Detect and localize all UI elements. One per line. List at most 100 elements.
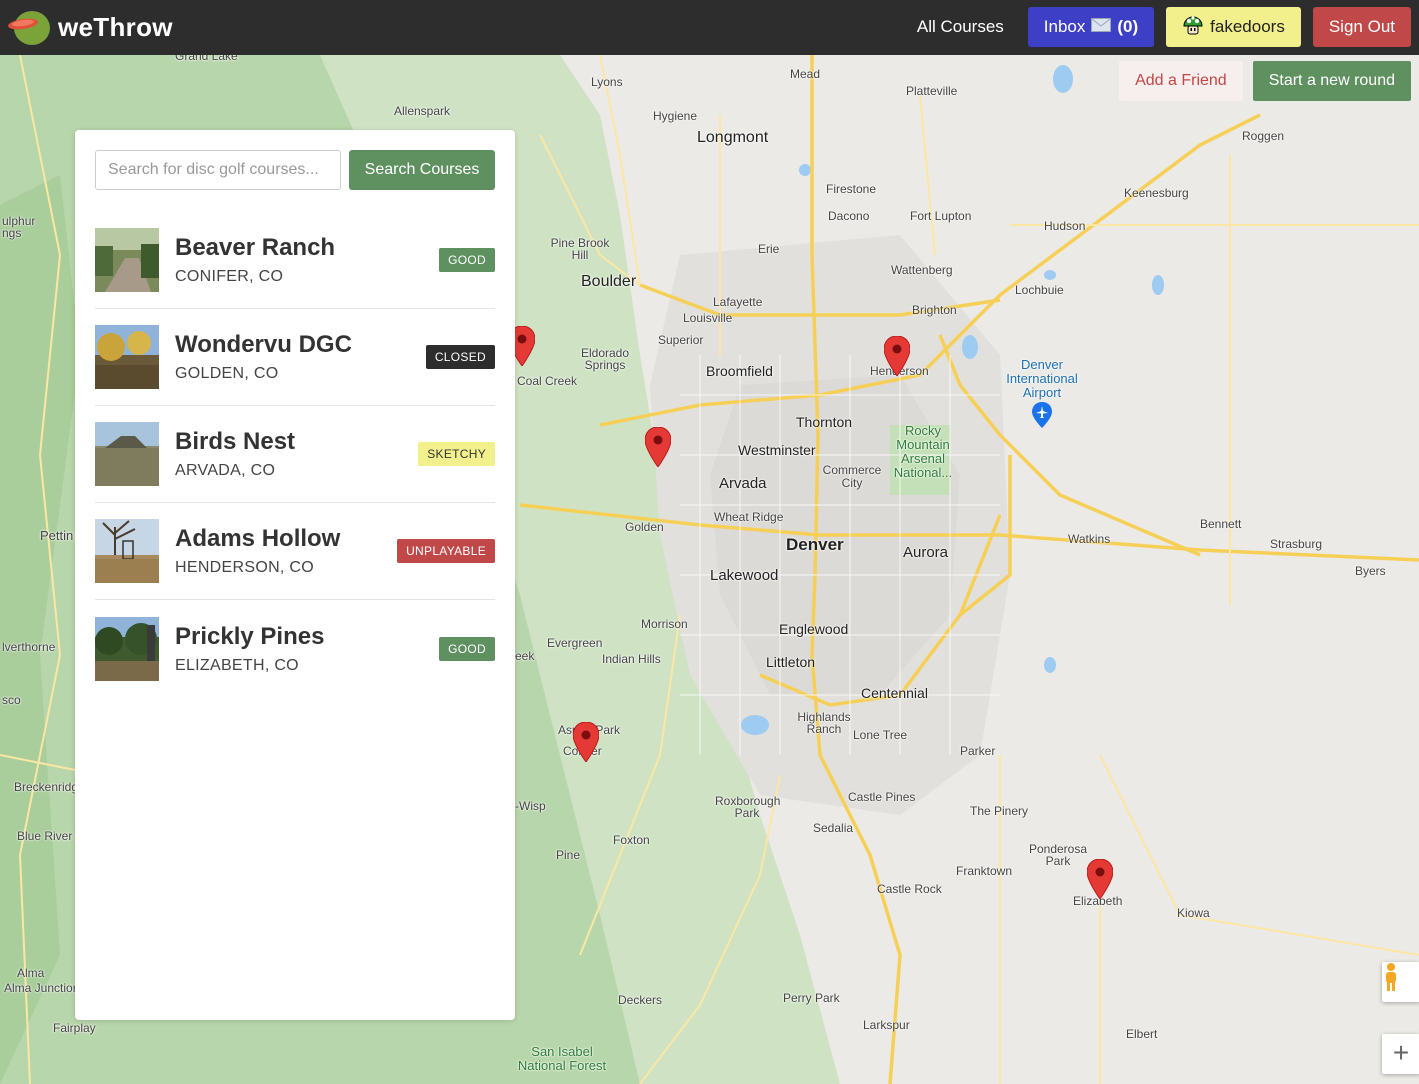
map-label-pettin: Pettin	[40, 528, 74, 543]
map-label-littleton: Littleton	[766, 654, 816, 670]
map-label-watkins: Watkins	[1068, 532, 1111, 546]
inbox-button[interactable]: Inbox (0)	[1027, 7, 1155, 47]
map-label-lyons: Lyons	[591, 75, 623, 89]
map-label-dacono: Dacono	[828, 209, 870, 223]
map-marker-adams-hollow[interactable]	[884, 336, 910, 376]
course-location: ELIZABETH, CO	[175, 656, 299, 674]
course-list: Beaver Ranch CONIFER, CO GOOD Wondervu D…	[95, 212, 495, 697]
status-badge: CLOSED	[425, 345, 495, 369]
map-label-erie: Erie	[758, 242, 780, 256]
map-marker-birds-nest[interactable]	[645, 427, 671, 467]
map-label-lafayette: Lafayette	[713, 295, 763, 309]
map-label-englewood: Englewood	[779, 621, 849, 637]
map-label-wisp: -Wisp	[515, 799, 546, 813]
map-label-pine-brook-hill: Pine Brook Hill	[550, 236, 610, 262]
street-view-pegman-icon[interactable]	[1382, 962, 1419, 1002]
map-label-perry-park: Perry Park	[783, 991, 840, 1005]
course-thumbnail	[95, 519, 159, 583]
map-label-hudson: Hudson	[1044, 219, 1086, 233]
frisbee-logo-icon	[6, 8, 52, 48]
map-marker-beaver-ranch[interactable]	[573, 722, 599, 762]
course-thumbnail	[95, 325, 159, 389]
map-label-allenspark: Allenspark	[394, 104, 451, 118]
course-item-wondervu[interactable]: Wondervu DGC GOLDEN, CO CLOSED	[95, 309, 495, 406]
map-label-blue-river: Blue River	[17, 829, 73, 843]
map-label-deckers: Deckers	[618, 993, 663, 1007]
map-label-elbert: Elbert	[1126, 1027, 1158, 1041]
search-courses-button[interactable]: Search Courses	[349, 150, 495, 190]
map-label-coal-creek: Coal Creek	[517, 374, 578, 388]
map-label-superior: Superior	[658, 333, 704, 347]
course-item-prickly-pines[interactable]: Prickly Pines ELIZABETH, CO GOOD	[95, 600, 495, 697]
map-label-firestone: Firestone	[826, 182, 877, 196]
map-label-evergreen: Evergreen	[547, 636, 603, 650]
map-label-golden: Golden	[625, 520, 664, 534]
map-label-eldorado-springs: Eldorado Springs	[580, 346, 630, 372]
start-round-button[interactable]: Start a new round	[1252, 61, 1411, 101]
all-courses-link[interactable]: All Courses	[905, 7, 1016, 47]
sign-out-button[interactable]: Sign Out	[1312, 7, 1411, 47]
map-label-arvada: Arvada	[719, 475, 767, 492]
status-badge: UNPLAYABLE	[397, 539, 495, 563]
map-label-keenesburg: Keenesburg	[1124, 186, 1189, 200]
map-label-rocky-mountain: Rocky Mountain Arsenal National...	[893, 423, 953, 480]
map-label-platteville: Platteville	[906, 84, 958, 98]
map-label-denver: Denver	[786, 535, 844, 554]
map-label-san-isabel: San Isabel National Forest	[517, 1044, 607, 1073]
map-label-lochbuie: Lochbuie	[1015, 283, 1064, 297]
add-friend-button[interactable]: Add a Friend	[1119, 61, 1243, 101]
map-label-pine: Pine	[556, 848, 581, 862]
map-label-boulder: Boulder	[581, 273, 637, 290]
map-label-roxborough-park: Roxborough Park	[715, 794, 781, 820]
course-name: Birds Nest	[175, 428, 296, 455]
course-name: Beaver Ranch	[175, 234, 336, 261]
brand-home-link[interactable]: weThrow	[6, 8, 173, 48]
course-location: ARVADA, CO	[175, 462, 276, 479]
username-label: fakedoors	[1210, 17, 1285, 36]
zoom-in-button[interactable]: +	[1382, 1034, 1419, 1074]
course-thumbnail	[95, 616, 159, 681]
map-label-sedalia: Sedalia	[813, 821, 854, 835]
map-label-airport: Denver International Airport	[1006, 357, 1078, 400]
map-label-foxton: Foxton	[613, 833, 650, 847]
map-label-alma: Alma	[17, 966, 45, 980]
course-search-panel: Search Courses Beaver Ranch CONIFER, CO …	[75, 130, 515, 1020]
status-badge: GOOD	[439, 636, 495, 661]
map-label-westminster: Westminster	[738, 442, 816, 458]
inbox-count: (0)	[1117, 17, 1139, 36]
course-location: HENDERSON, CO	[175, 559, 315, 576]
status-badge: GOOD	[439, 248, 495, 272]
mushroom-avatar-icon	[1182, 14, 1204, 41]
map-marker-prickly-pines[interactable]	[1087, 859, 1113, 899]
map-label-silverthorne: lverthorne	[2, 640, 56, 654]
map-label-lone-tree: Lone Tree	[853, 728, 908, 742]
map-label-mead: Mead	[790, 67, 821, 81]
user-profile-button[interactable]: fakedoors	[1166, 7, 1301, 47]
course-item-beaver-ranch[interactable]: Beaver Ranch CONIFER, CO GOOD	[95, 212, 495, 309]
course-search-input[interactable]	[95, 150, 341, 190]
map-label-indian-hills: Indian Hills	[602, 652, 661, 666]
map-label-commerce-city: Commerce City	[822, 463, 882, 490]
map-label-lakewood: Lakewood	[710, 567, 779, 584]
map-label-thornton: Thornton	[796, 414, 853, 430]
map-label-kiowa: Kiowa	[1177, 906, 1210, 920]
map-label-grand-lake: Grand Lake	[175, 55, 238, 63]
course-name: Prickly Pines	[175, 622, 325, 650]
map-label-castle-pines: Castle Pines	[848, 790, 916, 804]
map-label-springs: ngs	[2, 226, 22, 240]
map-label-strasburg: Strasburg	[1270, 537, 1323, 551]
map-label-brighton: Brighton	[912, 303, 957, 317]
map-actions: Add a Friend Start a new round	[1119, 61, 1411, 101]
top-navbar: weThrow All Courses Inbox (0) fakedoors …	[0, 0, 1419, 55]
search-row: Search Courses	[95, 150, 495, 190]
map-label-ponderosa-park: Ponderosa Park	[1028, 842, 1088, 868]
map-label-highlands-ranch: Highlands Ranch	[797, 710, 851, 736]
map-label-genesee: eek	[515, 649, 535, 663]
course-item-birds-nest[interactable]: Birds Nest ARVADA, CO SKETCHY	[95, 406, 495, 503]
course-thumbnail	[95, 422, 159, 486]
map-label-morrison: Morrison	[641, 617, 688, 631]
map-label-broomfield: Broomfield	[706, 363, 773, 379]
course-item-adams-hollow[interactable]: Adams Hollow HENDERSON, CO UNPLAYABLE	[95, 503, 495, 600]
envelope-icon	[1091, 17, 1112, 37]
map-label-larkspur: Larkspur	[863, 1018, 910, 1032]
